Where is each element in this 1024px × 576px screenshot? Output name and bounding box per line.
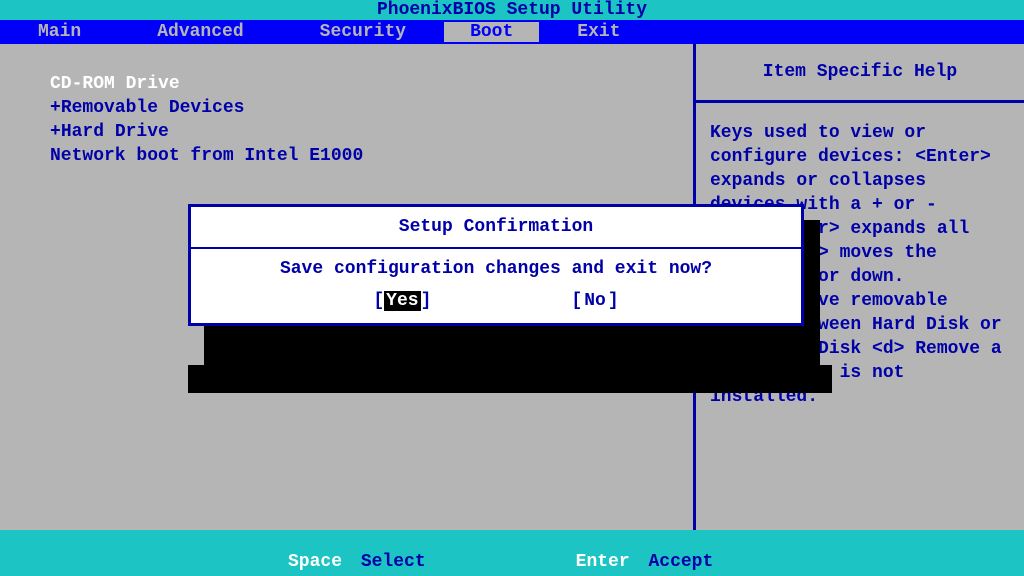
- footer-label-accept: Accept: [648, 552, 713, 572]
- footer-label-select: Select: [361, 552, 426, 572]
- modal-yes-button[interactable]: [Yes]: [373, 291, 431, 311]
- confirmation-modal: Setup Confirmation Save configuration ch…: [188, 204, 804, 326]
- modal-message: Save configuration changes and exit now?: [191, 249, 801, 291]
- menu-advanced[interactable]: Advanced: [119, 22, 281, 42]
- footer-key-space: Space: [288, 552, 342, 572]
- menu-bar: Main Advanced Security Boot Exit: [0, 20, 1024, 44]
- modal-no-button[interactable]: [No]: [571, 291, 618, 311]
- modal-title: Setup Confirmation: [191, 207, 801, 249]
- help-title: Item Specific Help: [696, 44, 1024, 103]
- footer-key-enter: Enter: [576, 552, 630, 572]
- menu-boot[interactable]: Boot: [444, 22, 539, 42]
- menu-exit[interactable]: Exit: [539, 22, 658, 42]
- title-bar: PhoenixBIOS Setup Utility: [0, 0, 1024, 20]
- boot-item-harddrive[interactable]: +Hard Drive: [50, 120, 693, 144]
- menu-security[interactable]: Security: [282, 22, 444, 42]
- boot-item-removable[interactable]: +Removable Devices: [50, 96, 693, 120]
- boot-item-network[interactable]: Network boot from Intel E1000: [50, 144, 693, 168]
- menu-main[interactable]: Main: [0, 22, 119, 42]
- footer: Space Select Enter Accept: [0, 530, 1024, 576]
- boot-item-cdrom[interactable]: CD-ROM Drive: [50, 72, 693, 96]
